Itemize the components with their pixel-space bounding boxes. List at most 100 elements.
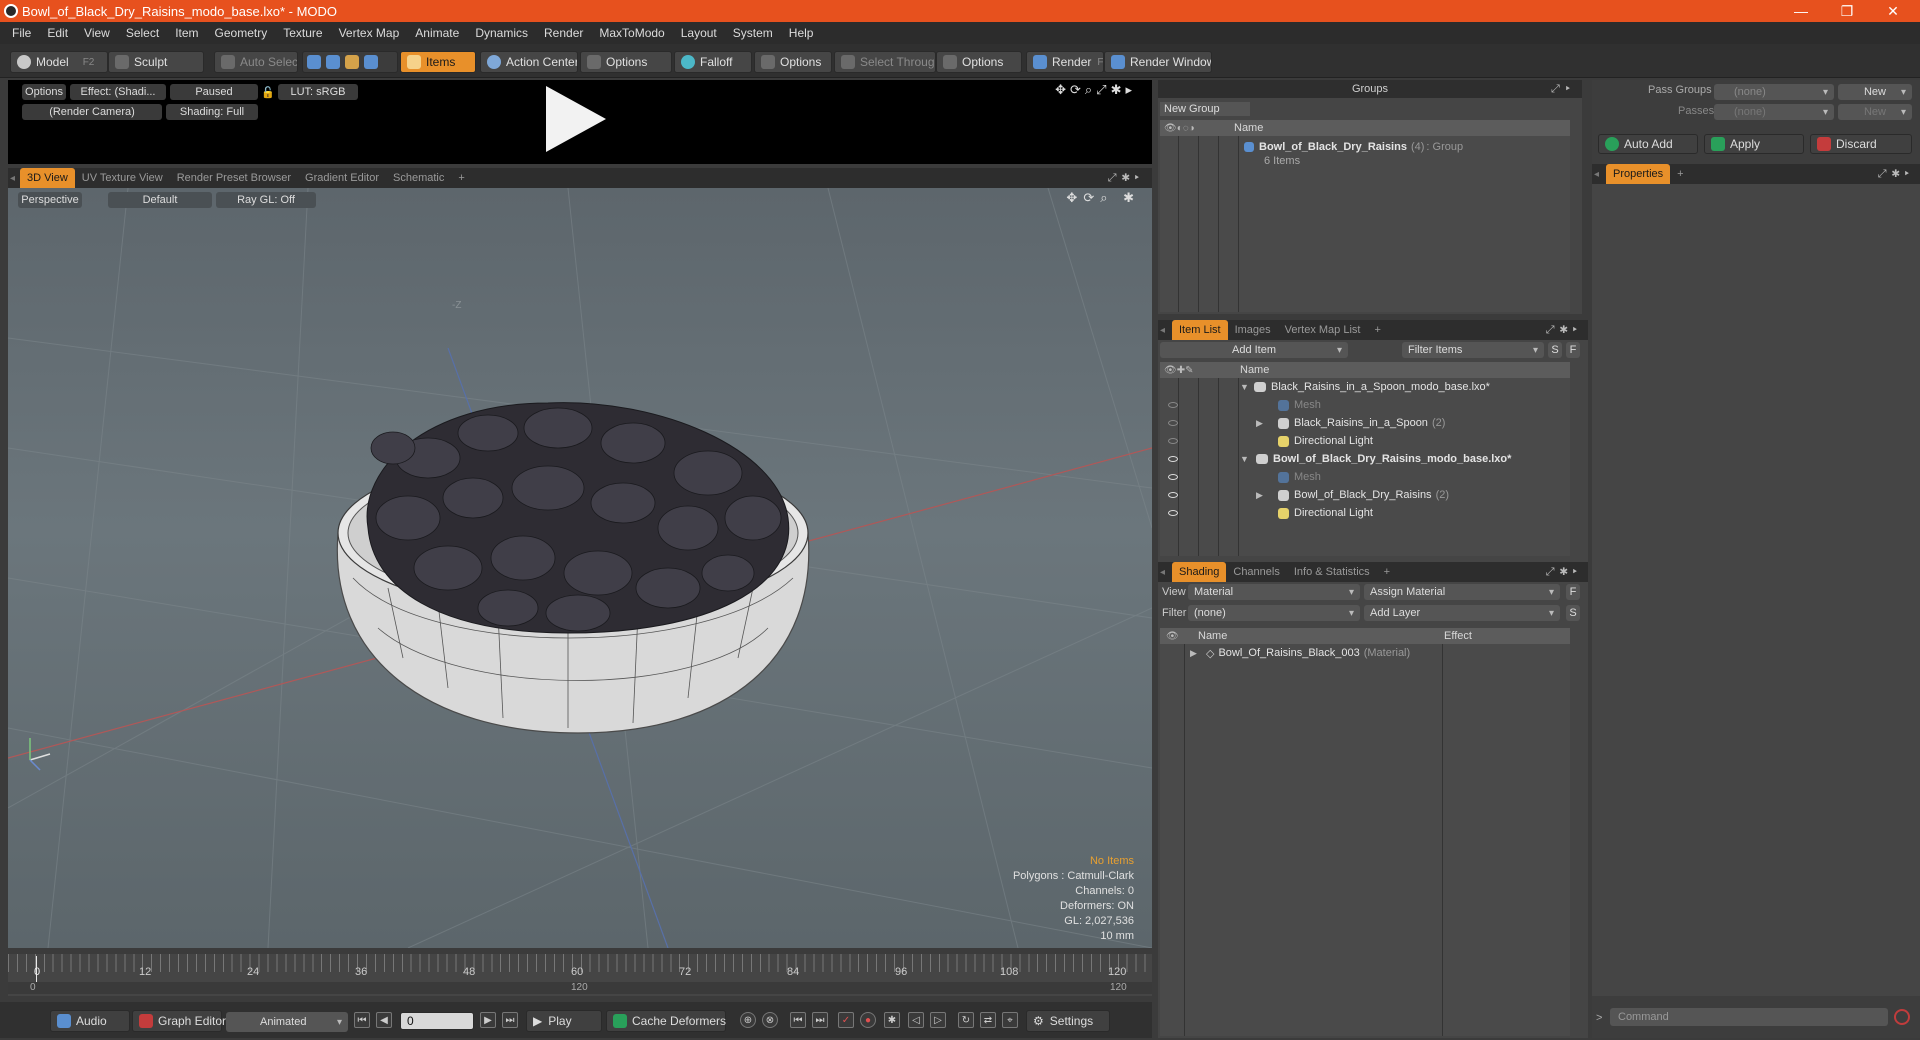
tab-info-statistics[interactable]: Info & Statistics — [1287, 562, 1377, 582]
action-center-button[interactable]: Action Center — [480, 51, 578, 73]
auto-add-button[interactable]: Auto Add — [1598, 134, 1698, 154]
new-pass-button[interactable]: New — [1838, 104, 1912, 120]
passes-dropdown[interactable]: (none) — [1714, 104, 1834, 120]
3d-viewport[interactable]: Perspective Default Ray GL: Off ✥⟳⌕ ✱ -Z… — [8, 188, 1152, 948]
current-frame-input[interactable]: 0 — [400, 1012, 474, 1030]
keyframe-icon[interactable]: ⊕ — [740, 1012, 756, 1028]
tab-images[interactable]: Images — [1228, 320, 1278, 340]
menu-layout[interactable]: Layout — [673, 26, 725, 40]
filter-items-input[interactable]: Filter Items — [1402, 342, 1544, 358]
key-prev-icon[interactable]: ◁ — [908, 1012, 924, 1028]
tree-row-scene-1[interactable]: ▼ Black_Raisins_in_a_Spoon_modo_base.lxo* — [1240, 378, 1490, 396]
pass-groups-dropdown[interactable]: (none) — [1714, 84, 1834, 100]
new-pass-group-button[interactable]: New — [1838, 84, 1912, 100]
tab-render-preset-browser[interactable]: Render Preset Browser — [170, 168, 298, 188]
menu-geometry[interactable]: Geometry — [207, 26, 276, 40]
record-icon[interactable]: ● — [860, 1012, 876, 1028]
graph-editor-button[interactable]: Graph Editor — [132, 1010, 226, 1032]
step-back-button[interactable]: ◀ — [376, 1012, 392, 1028]
key-options-icon[interactable]: ✱ — [884, 1012, 900, 1028]
eye-icon[interactable] — [1168, 402, 1178, 408]
add-properties-tab[interactable]: + — [1670, 164, 1690, 184]
panel-menu-icons[interactable]: ⤢✱▸ — [1108, 172, 1144, 185]
menu-edit[interactable]: Edit — [39, 26, 76, 40]
key-next-icon[interactable]: ▷ — [930, 1012, 946, 1028]
shading-f-button[interactable]: F — [1566, 584, 1580, 600]
lock-icon[interactable]: 🔓 — [262, 84, 274, 100]
auto-key-icon[interactable]: ⊗ — [762, 1012, 778, 1028]
auto-select-button[interactable]: Auto Select — [214, 51, 298, 73]
action-center-options-button[interactable]: Options — [580, 51, 672, 73]
tab-gradient-editor[interactable]: Gradient Editor — [298, 168, 386, 188]
view-dropdown[interactable]: Material — [1188, 584, 1360, 600]
falloff-button[interactable]: Falloff — [674, 51, 752, 73]
materials-icon[interactable] — [364, 55, 378, 69]
eye-icon[interactable] — [1168, 420, 1178, 426]
add-item-tab[interactable]: + — [1367, 320, 1387, 340]
eye-icon[interactable] — [1168, 492, 1178, 498]
item-list-menu-icons[interactable]: ⤢✱▸ — [1546, 324, 1582, 337]
snap-icon[interactable]: ⌖ — [1002, 1012, 1018, 1028]
search-options-f[interactable]: F — [1566, 342, 1580, 358]
sculpt-mode-button[interactable]: Sculpt — [108, 51, 204, 73]
items-mode-button[interactable]: Items — [400, 51, 476, 73]
next-key-icon[interactable]: ⏭ — [812, 1012, 828, 1028]
animated-dropdown[interactable]: Animated — [226, 1012, 348, 1032]
camera-dropdown[interactable]: (Render Camera) — [22, 104, 162, 120]
tree-row-scene-2[interactable]: ▼ Bowl_of_Black_Dry_Raisins_modo_base.lxo… — [1168, 450, 1568, 468]
expand-arrow-icon[interactable]: ▶ — [1256, 418, 1270, 429]
properties-menu-icons[interactable]: ⤢✱▸ — [1878, 168, 1914, 181]
menu-texture[interactable]: Texture — [275, 26, 330, 40]
audio-button[interactable]: Audio — [50, 1010, 130, 1032]
maximize-button[interactable]: ❐ — [1824, 0, 1870, 22]
add-layer-dropdown[interactable]: Add Layer — [1364, 605, 1560, 621]
material-row[interactable]: ▶ ◇ Bowl_Of_Raisins_Black_003 (Material) — [1190, 644, 1410, 662]
effect-dropdown[interactable]: Effect: (Shadi... — [70, 84, 166, 100]
menu-render[interactable]: Render — [536, 26, 591, 40]
tree-row-light-2[interactable]: Directional Light — [1168, 504, 1568, 522]
menu-help[interactable]: Help — [781, 26, 822, 40]
loop-icon[interactable]: ↻ — [958, 1012, 974, 1028]
eye-icon[interactable] — [1168, 456, 1178, 462]
tab-3d-view[interactable]: 3D View — [20, 168, 75, 188]
skip-end-button[interactable]: ⏭ — [502, 1012, 518, 1028]
eye-icon[interactable] — [1168, 438, 1178, 444]
expand-arrow-icon[interactable]: ▶ — [1190, 648, 1206, 659]
skip-start-button[interactable]: ⏮ — [354, 1012, 370, 1028]
preview-options-button[interactable]: Options — [22, 84, 66, 100]
cache-deformers-button[interactable]: Cache Deformers — [606, 1010, 726, 1032]
tree-row-spoon[interactable]: ▶ Black_Raisins_in_a_Spoon (2) — [1168, 414, 1568, 432]
panel-toggle-icon[interactable]: ◂ — [1592, 169, 1606, 180]
tab-channels[interactable]: Channels — [1226, 562, 1286, 582]
shading-dropdown[interactable]: Shading: Full — [166, 104, 258, 120]
panel-toggle-icon[interactable]: ◂ — [1158, 567, 1172, 578]
tab-uv-texture-view[interactable]: UV Texture View — [75, 168, 170, 188]
play-preview-icon[interactable] — [542, 84, 610, 154]
add-tab-button[interactable]: + — [451, 168, 471, 188]
groups-menu-icons[interactable]: ⤢▸ — [1551, 83, 1576, 96]
model-mode-button[interactable]: Model F2 — [10, 51, 108, 73]
eye-icon[interactable] — [1168, 474, 1178, 480]
select-options-button[interactable]: Options — [936, 51, 1022, 73]
new-group-button[interactable]: New Group — [1160, 102, 1250, 116]
tree-row-mesh-1[interactable]: Mesh — [1168, 396, 1568, 414]
expand-arrow-icon[interactable]: ▶ — [1256, 490, 1270, 501]
settings-button[interactable]: ⚙ Settings — [1026, 1010, 1110, 1032]
play-button[interactable]: ▶ Play — [526, 1010, 602, 1032]
expand-arrow-icon[interactable]: ▼ — [1240, 454, 1254, 464]
menu-file[interactable]: File — [4, 26, 39, 40]
tab-shading[interactable]: Shading — [1172, 562, 1227, 582]
timeline[interactable]: 0 12 24 36 48 60 72 84 96 108 120 0 120 … — [8, 954, 1152, 996]
range-bar[interactable]: 0 120 120 — [8, 982, 1152, 994]
step-forward-button[interactable]: ▶ — [480, 1012, 496, 1028]
apply-button[interactable]: Apply — [1704, 134, 1804, 154]
set-key-icon[interactable]: ✓ — [838, 1012, 854, 1028]
shading-s-button[interactable]: S — [1566, 605, 1580, 621]
tab-vertex-map-list[interactable]: Vertex Map List — [1278, 320, 1368, 340]
minimize-button[interactable]: — — [1778, 0, 1824, 22]
tree-row-light-1[interactable]: Directional Light — [1168, 432, 1568, 450]
tree-row-mesh-2[interactable]: Mesh — [1168, 468, 1568, 486]
polygons-icon[interactable] — [345, 55, 359, 69]
lut-dropdown[interactable]: LUT: sRGB — [278, 84, 358, 100]
menu-animate[interactable]: Animate — [407, 26, 467, 40]
